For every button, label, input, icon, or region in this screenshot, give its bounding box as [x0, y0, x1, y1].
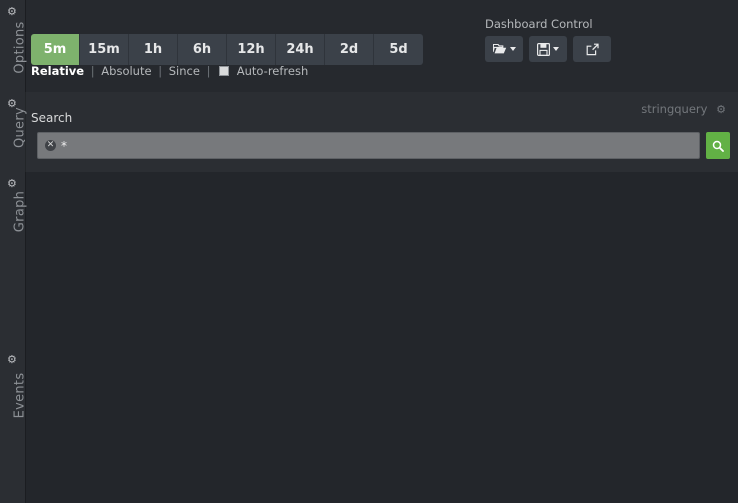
time-range-5d[interactable]: 5d: [374, 34, 423, 65]
options-panel: ⚙ Options 5m15m1h6h12h24h2d5d Relative |…: [0, 0, 738, 92]
save-dashboard-button[interactable]: [529, 36, 567, 62]
load-dashboard-button[interactable]: [485, 36, 523, 62]
time-range-24h[interactable]: 24h: [276, 34, 325, 65]
dashboard-root: ⚙ Options 5m15m1h6h12h24h2d5d Relative |…: [0, 0, 738, 503]
search-input-value: *: [61, 139, 67, 153]
folder-open-icon: [493, 43, 507, 55]
time-mode-relative[interactable]: Relative: [31, 64, 84, 78]
events-rail: ⚙ Events: [0, 348, 26, 503]
time-range-1h[interactable]: 1h: [129, 34, 178, 65]
search-submit-button[interactable]: [706, 132, 730, 159]
time-range-2d[interactable]: 2d: [325, 34, 374, 65]
graph-rail-label: Graph: [13, 152, 28, 272]
query-type-label: stringquery: [641, 102, 707, 116]
divider: |: [91, 64, 95, 78]
chevron-down-icon: [510, 47, 516, 51]
divider: |: [207, 64, 211, 78]
time-mode-absolute[interactable]: Absolute: [101, 64, 151, 78]
events-panel: ⚙ Events ☐@facility☐@host☑@message☑@seve…: [0, 348, 738, 503]
circle-x-icon[interactable]: ✕: [45, 140, 56, 151]
auto-refresh-label: Auto-refresh: [237, 64, 309, 78]
save-floppy-icon: [537, 43, 550, 56]
query-type-indicator[interactable]: stringquery ⚙: [641, 102, 726, 116]
auto-refresh-checkbox[interactable]: [219, 66, 229, 76]
graph-panel: ⚙ Graph Zoom In Zoom Out | Query (176): [0, 172, 738, 348]
time-range-5m[interactable]: 5m: [31, 34, 80, 65]
dashboard-control-title: Dashboard Control: [485, 17, 593, 31]
search-input[interactable]: ✕ *: [37, 132, 700, 159]
chevron-down-icon: [553, 47, 559, 51]
graph-rail: ⚙ Graph: [0, 172, 26, 348]
time-mode-since[interactable]: Since: [169, 64, 200, 78]
share-dashboard-button[interactable]: [573, 36, 611, 62]
search-icon: [712, 140, 724, 152]
time-mode-line: Relative | Absolute | Since | Auto-refre…: [31, 64, 308, 78]
divider: |: [158, 64, 162, 78]
search-label: Search: [31, 111, 72, 125]
events-rail-label: Events: [13, 336, 28, 456]
time-range-15m[interactable]: 15m: [80, 34, 129, 65]
time-range-12h[interactable]: 12h: [227, 34, 276, 65]
dashboard-control-buttons: [485, 36, 611, 62]
query-settings-gear-icon[interactable]: ⚙: [716, 103, 726, 116]
time-range-6h[interactable]: 6h: [178, 34, 227, 65]
share-export-icon: [586, 43, 599, 56]
time-range-picker[interactable]: 5m15m1h6h12h24h2d5d: [31, 34, 423, 65]
